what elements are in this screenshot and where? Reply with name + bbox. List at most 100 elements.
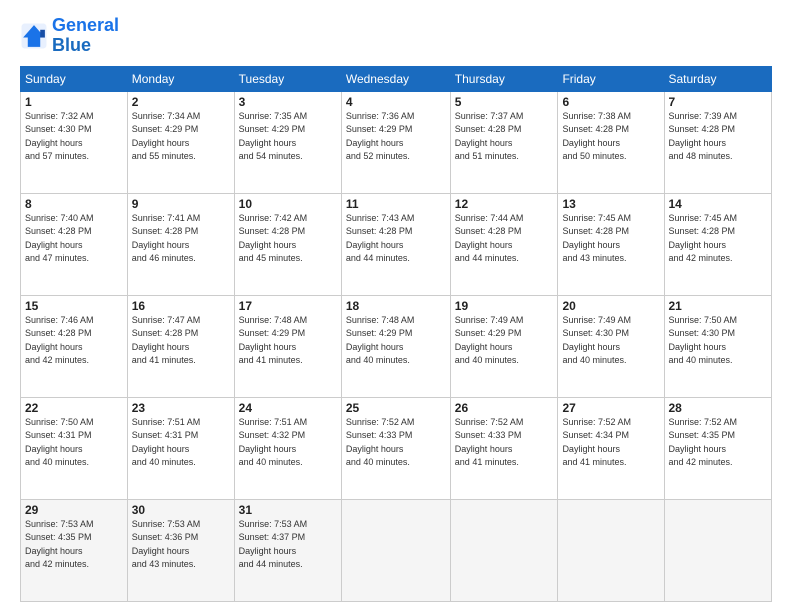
- day-info: Sunrise: 7:49 AMSunset: 4:30 PMDaylight …: [562, 315, 631, 366]
- day-number: 17: [239, 299, 337, 313]
- calendar-cell: 20 Sunrise: 7:49 AMSunset: 4:30 PMDaylig…: [558, 295, 664, 397]
- calendar-cell: [558, 499, 664, 601]
- day-info: Sunrise: 7:38 AMSunset: 4:28 PMDaylight …: [562, 111, 631, 162]
- day-info: Sunrise: 7:53 AMSunset: 4:37 PMDaylight …: [239, 519, 308, 570]
- day-number: 19: [455, 299, 554, 313]
- calendar-cell: 16 Sunrise: 7:47 AMSunset: 4:28 PMDaylig…: [127, 295, 234, 397]
- day-info: Sunrise: 7:53 AMSunset: 4:35 PMDaylight …: [25, 519, 94, 570]
- day-number: 10: [239, 197, 337, 211]
- calendar-cell: 21 Sunrise: 7:50 AMSunset: 4:30 PMDaylig…: [664, 295, 772, 397]
- calendar-cell: [664, 499, 772, 601]
- calendar-cell: 10 Sunrise: 7:42 AMSunset: 4:28 PMDaylig…: [234, 193, 341, 295]
- calendar-cell: 4 Sunrise: 7:36 AMSunset: 4:29 PMDayligh…: [341, 91, 450, 193]
- day-number: 8: [25, 197, 123, 211]
- header: General Blue: [20, 16, 772, 56]
- day-info: Sunrise: 7:47 AMSunset: 4:28 PMDaylight …: [132, 315, 201, 366]
- day-number: 14: [669, 197, 768, 211]
- calendar-cell: 6 Sunrise: 7:38 AMSunset: 4:28 PMDayligh…: [558, 91, 664, 193]
- calendar-cell: 5 Sunrise: 7:37 AMSunset: 4:28 PMDayligh…: [450, 91, 558, 193]
- page: General Blue SundayMondayTuesdayWednesda…: [0, 0, 792, 612]
- day-info: Sunrise: 7:36 AMSunset: 4:29 PMDaylight …: [346, 111, 415, 162]
- weekday-header-tuesday: Tuesday: [234, 66, 341, 91]
- calendar-cell: 13 Sunrise: 7:45 AMSunset: 4:28 PMDaylig…: [558, 193, 664, 295]
- calendar-cell: 14 Sunrise: 7:45 AMSunset: 4:28 PMDaylig…: [664, 193, 772, 295]
- calendar-cell: 26 Sunrise: 7:52 AMSunset: 4:33 PMDaylig…: [450, 397, 558, 499]
- day-info: Sunrise: 7:49 AMSunset: 4:29 PMDaylight …: [455, 315, 524, 366]
- day-number: 31: [239, 503, 337, 517]
- day-info: Sunrise: 7:53 AMSunset: 4:36 PMDaylight …: [132, 519, 201, 570]
- calendar-cell: 30 Sunrise: 7:53 AMSunset: 4:36 PMDaylig…: [127, 499, 234, 601]
- day-number: 28: [669, 401, 768, 415]
- calendar-cell: [341, 499, 450, 601]
- calendar-cell: 19 Sunrise: 7:49 AMSunset: 4:29 PMDaylig…: [450, 295, 558, 397]
- day-number: 21: [669, 299, 768, 313]
- calendar-cell: 9 Sunrise: 7:41 AMSunset: 4:28 PMDayligh…: [127, 193, 234, 295]
- day-number: 15: [25, 299, 123, 313]
- day-number: 16: [132, 299, 230, 313]
- day-number: 1: [25, 95, 123, 109]
- calendar: SundayMondayTuesdayWednesdayThursdayFrid…: [20, 66, 772, 602]
- day-number: 13: [562, 197, 659, 211]
- calendar-cell: 7 Sunrise: 7:39 AMSunset: 4:28 PMDayligh…: [664, 91, 772, 193]
- weekday-header-monday: Monday: [127, 66, 234, 91]
- day-number: 5: [455, 95, 554, 109]
- day-info: Sunrise: 7:42 AMSunset: 4:28 PMDaylight …: [239, 213, 308, 264]
- day-number: 26: [455, 401, 554, 415]
- day-number: 6: [562, 95, 659, 109]
- day-number: 7: [669, 95, 768, 109]
- day-number: 29: [25, 503, 123, 517]
- day-number: 23: [132, 401, 230, 415]
- day-number: 3: [239, 95, 337, 109]
- day-number: 25: [346, 401, 446, 415]
- calendar-cell: 27 Sunrise: 7:52 AMSunset: 4:34 PMDaylig…: [558, 397, 664, 499]
- calendar-cell: 28 Sunrise: 7:52 AMSunset: 4:35 PMDaylig…: [664, 397, 772, 499]
- calendar-cell: 12 Sunrise: 7:44 AMSunset: 4:28 PMDaylig…: [450, 193, 558, 295]
- weekday-header-friday: Friday: [558, 66, 664, 91]
- logo-icon: [20, 22, 48, 50]
- day-info: Sunrise: 7:44 AMSunset: 4:28 PMDaylight …: [455, 213, 524, 264]
- calendar-cell: 24 Sunrise: 7:51 AMSunset: 4:32 PMDaylig…: [234, 397, 341, 499]
- day-info: Sunrise: 7:52 AMSunset: 4:33 PMDaylight …: [455, 417, 524, 468]
- logo: General Blue: [20, 16, 119, 56]
- day-number: 20: [562, 299, 659, 313]
- calendar-cell: 29 Sunrise: 7:53 AMSunset: 4:35 PMDaylig…: [21, 499, 128, 601]
- day-info: Sunrise: 7:45 AMSunset: 4:28 PMDaylight …: [669, 213, 738, 264]
- weekday-header-sunday: Sunday: [21, 66, 128, 91]
- day-info: Sunrise: 7:35 AMSunset: 4:29 PMDaylight …: [239, 111, 308, 162]
- day-info: Sunrise: 7:37 AMSunset: 4:28 PMDaylight …: [455, 111, 524, 162]
- day-info: Sunrise: 7:45 AMSunset: 4:28 PMDaylight …: [562, 213, 631, 264]
- day-info: Sunrise: 7:50 AMSunset: 4:30 PMDaylight …: [669, 315, 738, 366]
- day-info: Sunrise: 7:41 AMSunset: 4:28 PMDaylight …: [132, 213, 201, 264]
- day-info: Sunrise: 7:52 AMSunset: 4:35 PMDaylight …: [669, 417, 738, 468]
- day-number: 22: [25, 401, 123, 415]
- day-info: Sunrise: 7:48 AMSunset: 4:29 PMDaylight …: [239, 315, 308, 366]
- day-info: Sunrise: 7:46 AMSunset: 4:28 PMDaylight …: [25, 315, 94, 366]
- calendar-cell: 31 Sunrise: 7:53 AMSunset: 4:37 PMDaylig…: [234, 499, 341, 601]
- weekday-header-wednesday: Wednesday: [341, 66, 450, 91]
- day-number: 18: [346, 299, 446, 313]
- day-number: 30: [132, 503, 230, 517]
- day-info: Sunrise: 7:51 AMSunset: 4:31 PMDaylight …: [132, 417, 201, 468]
- day-info: Sunrise: 7:40 AMSunset: 4:28 PMDaylight …: [25, 213, 94, 264]
- day-info: Sunrise: 7:50 AMSunset: 4:31 PMDaylight …: [25, 417, 94, 468]
- day-info: Sunrise: 7:43 AMSunset: 4:28 PMDaylight …: [346, 213, 415, 264]
- logo-text: General Blue: [52, 16, 119, 56]
- weekday-header-saturday: Saturday: [664, 66, 772, 91]
- calendar-cell: [450, 499, 558, 601]
- calendar-cell: 1 Sunrise: 7:32 AMSunset: 4:30 PMDayligh…: [21, 91, 128, 193]
- day-number: 27: [562, 401, 659, 415]
- calendar-cell: 18 Sunrise: 7:48 AMSunset: 4:29 PMDaylig…: [341, 295, 450, 397]
- calendar-cell: 3 Sunrise: 7:35 AMSunset: 4:29 PMDayligh…: [234, 91, 341, 193]
- day-number: 4: [346, 95, 446, 109]
- day-info: Sunrise: 7:52 AMSunset: 4:33 PMDaylight …: [346, 417, 415, 468]
- day-info: Sunrise: 7:32 AMSunset: 4:30 PMDaylight …: [25, 111, 94, 162]
- day-info: Sunrise: 7:51 AMSunset: 4:32 PMDaylight …: [239, 417, 308, 468]
- day-info: Sunrise: 7:52 AMSunset: 4:34 PMDaylight …: [562, 417, 631, 468]
- calendar-cell: 8 Sunrise: 7:40 AMSunset: 4:28 PMDayligh…: [21, 193, 128, 295]
- calendar-cell: 22 Sunrise: 7:50 AMSunset: 4:31 PMDaylig…: [21, 397, 128, 499]
- calendar-cell: 23 Sunrise: 7:51 AMSunset: 4:31 PMDaylig…: [127, 397, 234, 499]
- day-number: 2: [132, 95, 230, 109]
- day-number: 12: [455, 197, 554, 211]
- calendar-cell: 11 Sunrise: 7:43 AMSunset: 4:28 PMDaylig…: [341, 193, 450, 295]
- day-number: 24: [239, 401, 337, 415]
